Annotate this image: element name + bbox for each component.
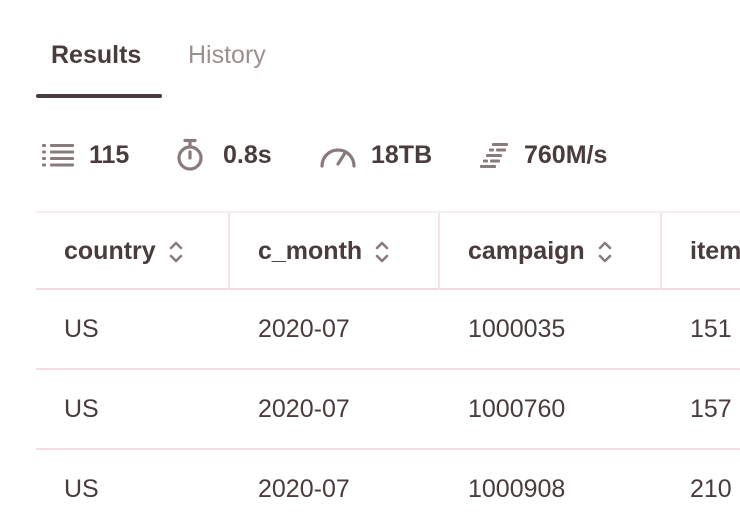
cell-campaign: 1000908 <box>468 474 566 503</box>
data-scanned: 18TB <box>371 140 433 169</box>
column-divider[interactable] <box>660 213 662 290</box>
cell-country: US <box>64 394 99 423</box>
throughput-icon <box>480 143 508 168</box>
sort-icon[interactable] <box>169 240 183 264</box>
list-icon <box>42 144 74 167</box>
cell-c-month: 2020-07 <box>258 474 350 503</box>
cell-item: 151 <box>690 314 732 343</box>
cell-c-month: 2020-07 <box>258 394 350 423</box>
cell-item: 157 <box>690 394 732 423</box>
table-row[interactable]: US 2020-07 1000760 157 <box>36 370 740 450</box>
elapsed-time: 0.8s <box>223 140 272 169</box>
stat-data: 18TB <box>319 135 432 175</box>
cell-c-month: 2020-07 <box>258 314 350 343</box>
stat-time: 0.8s <box>175 135 272 175</box>
column-divider[interactable] <box>228 213 230 290</box>
cell-item: 210 <box>690 474 732 503</box>
table-header: country c_month campaign item <box>36 211 740 290</box>
gauge-icon <box>320 148 356 168</box>
stopwatch-icon <box>177 138 203 171</box>
cell-country: US <box>64 314 99 343</box>
active-tab-underline <box>36 94 162 98</box>
results-table: country c_month campaign item US 2020-07… <box>36 211 740 516</box>
cell-country: US <box>64 474 99 503</box>
cell-campaign: 1000760 <box>468 394 566 423</box>
sort-icon[interactable] <box>375 240 389 264</box>
row-count: 115 <box>89 140 130 169</box>
tab-results[interactable]: Results <box>51 38 141 72</box>
stat-rows: 115 <box>42 135 129 175</box>
throughput: 760M/s <box>524 140 608 169</box>
column-header-country[interactable]: country <box>64 213 183 290</box>
cell-campaign: 1000035 <box>468 314 566 343</box>
table-row[interactable]: US 2020-07 1000908 210 <box>36 450 740 516</box>
tab-history[interactable]: History <box>188 38 266 72</box>
column-divider[interactable] <box>438 213 440 290</box>
column-header-item[interactable]: item <box>690 213 740 290</box>
column-header-c-month[interactable]: c_month <box>258 213 389 290</box>
table-row[interactable]: US 2020-07 1000035 151 <box>36 290 740 370</box>
column-header-campaign[interactable]: campaign <box>468 213 612 290</box>
stat-speed: 760M/s <box>480 135 607 175</box>
sort-icon[interactable] <box>598 240 612 264</box>
